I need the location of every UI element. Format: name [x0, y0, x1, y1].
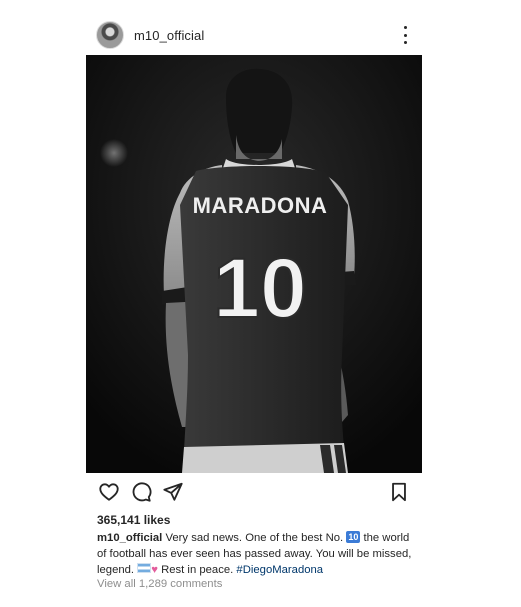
comment-icon[interactable] — [130, 481, 152, 503]
jersey-number: 10 — [213, 241, 306, 335]
heart-emoji: ♥ — [151, 564, 158, 576]
post-caption: m10_official Very sad news. One of the b… — [97, 530, 415, 578]
bookmark-icon[interactable] — [388, 481, 410, 503]
caption-text: Very sad news. One of the best No. — [165, 532, 344, 544]
heart-icon[interactable] — [98, 481, 120, 503]
like-count[interactable]: 365,141 likes — [97, 513, 170, 527]
stadium-light — [100, 139, 128, 167]
avatar[interactable] — [96, 21, 124, 49]
post-header: m10_official — [86, 18, 422, 52]
post-image[interactable]: MARADONA 10 — [86, 55, 422, 473]
argentina-flag-emoji — [137, 563, 152, 573]
post-actions — [86, 477, 422, 507]
post-username[interactable]: m10_official — [134, 28, 204, 43]
caption-text-end: Rest in peace. — [161, 564, 234, 576]
keycap-ten-emoji: 10 — [346, 531, 361, 543]
send-icon[interactable] — [162, 481, 184, 503]
view-all-comments-link[interactable]: View all 1,289 comments — [97, 578, 222, 590]
hashtag-link[interactable]: #DiegoMaradona — [236, 564, 323, 576]
caption-username[interactable]: m10_official — [97, 532, 162, 544]
more-options-icon[interactable] — [402, 26, 408, 44]
jersey-name: MARADONA — [193, 193, 328, 218]
